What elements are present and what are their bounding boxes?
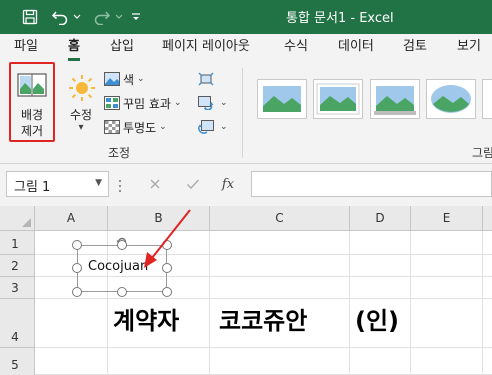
tab-formulas[interactable]: 수식	[284, 34, 308, 62]
remove-background-label-line1: 배경	[20, 108, 44, 122]
reset-picture-chevron-down-icon: ⌄	[220, 122, 228, 132]
corrections-icon	[68, 74, 96, 106]
color-label: 색	[123, 72, 135, 87]
change-picture-button[interactable]: ⌄	[198, 93, 228, 113]
ribbon: 배경 제거 수정 ▾ 색 ⌄ 꾸밈 효과 ⌄ 투명도 ⌄ ⌄ ⌄ 조정 그림	[0, 62, 492, 164]
column-header-c[interactable]: C	[210, 206, 350, 231]
reset-picture-icon	[198, 119, 214, 135]
customize-toolbar-icon[interactable]	[130, 7, 142, 27]
row-header-5[interactable]: 5	[0, 348, 35, 375]
column-header-b[interactable]: B	[108, 206, 210, 231]
name-box[interactable]: 그림 1 ▼	[6, 171, 109, 197]
column-header-f[interactable]	[483, 206, 492, 231]
remove-background-button[interactable]: 배경 제거	[9, 62, 55, 142]
color-button[interactable]: 색 ⌄	[104, 69, 145, 89]
column-header-a[interactable]: A	[35, 206, 108, 231]
resize-handle-top[interactable]	[117, 240, 127, 250]
transparency-label: 투명도	[123, 120, 157, 135]
tab-review[interactable]: 검토	[403, 34, 427, 62]
picture-style-thumb-1[interactable]	[257, 79, 307, 119]
tab-data[interactable]: 데이터	[338, 34, 374, 62]
artistic-effects-label: 꾸밈 효과	[123, 96, 171, 111]
column-header-d[interactable]: D	[350, 206, 411, 231]
resize-handle-right[interactable]	[162, 263, 172, 273]
resize-handle-bottom-right[interactable]	[162, 287, 172, 297]
row-header-2[interactable]: 2	[0, 255, 35, 277]
save-icon[interactable]	[20, 7, 40, 27]
compress-pictures-icon	[198, 71, 214, 87]
cell-d4-text: (인)	[355, 307, 400, 335]
change-picture-chevron-down-icon: ⌄	[220, 98, 228, 108]
row-header-3[interactable]: 3	[0, 277, 35, 299]
remove-background-icon	[17, 73, 47, 103]
tab-view[interactable]: 보기	[457, 34, 481, 62]
tab-insert[interactable]: 삽입	[110, 34, 134, 62]
picture-text: Cocojuan	[88, 259, 149, 274]
resize-handle-bottom-left[interactable]	[72, 287, 82, 297]
cell-b4-text: 계약자	[113, 307, 180, 335]
row-header-4[interactable]: 4	[0, 299, 35, 348]
corrections-chevron-down-icon: ▾	[78, 122, 84, 133]
tab-file[interactable]: 파일	[14, 34, 38, 62]
column-header-e[interactable]: E	[411, 206, 483, 231]
undo-icon[interactable]	[49, 7, 71, 27]
insert-function-fx-button[interactable]: fx	[215, 172, 241, 196]
redo-icon[interactable]	[91, 7, 113, 27]
transparency-chevron-down-icon: ⌄	[159, 122, 167, 132]
cancel-icon[interactable]	[142, 172, 168, 196]
picture-style-thumb-4[interactable]	[426, 79, 476, 119]
transparency-button[interactable]: 투명도 ⌄	[104, 117, 167, 137]
resize-handle-top-left[interactable]	[72, 240, 82, 250]
selected-picture[interactable]: Cocojuan	[77, 245, 167, 292]
color-icon	[104, 71, 120, 87]
compress-pictures-button[interactable]	[198, 69, 217, 89]
color-chevron-down-icon: ⌄	[137, 74, 145, 84]
picture-style-thumb-5[interactable]	[482, 79, 492, 119]
redo-dropdown-chevron-icon[interactable]	[114, 7, 124, 27]
resize-handle-top-right[interactable]	[162, 240, 172, 250]
change-picture-icon	[198, 95, 214, 111]
group-label-adjust: 조정	[108, 146, 131, 160]
transparency-icon	[104, 119, 120, 135]
name-box-value: 그림 1	[14, 180, 51, 195]
name-box-dropdown-icon[interactable]: ▼	[95, 178, 102, 188]
ribbon-group-separator	[242, 68, 243, 158]
enter-icon[interactable]	[180, 172, 206, 196]
picture-style-thumb-2[interactable]	[313, 79, 363, 119]
gridline	[35, 347, 492, 348]
formula-bar-area: 그림 1 ▼ fx	[0, 164, 492, 206]
select-all-corner[interactable]	[0, 206, 35, 231]
resize-handle-left[interactable]	[72, 263, 82, 273]
corrections-button[interactable]: 수정 ▾	[63, 72, 99, 134]
row-header-1[interactable]: 1	[0, 231, 35, 255]
window-title: 통합 문서1 - Excel	[286, 11, 394, 26]
artistic-effects-button[interactable]: 꾸밈 효과 ⌄	[104, 93, 182, 113]
tab-home[interactable]: 홈	[68, 34, 80, 62]
artistic-effects-icon	[104, 95, 120, 111]
formula-input[interactable]	[251, 171, 492, 197]
remove-background-label-line2: 제거	[20, 124, 44, 138]
resize-handle-bottom[interactable]	[117, 287, 127, 297]
formula-bar-resize-handle[interactable]	[118, 178, 122, 193]
ribbon-tab-bar: 파일 홈 삽입 페이지 레이아웃 수식 데이터 검토 보기	[0, 34, 492, 62]
reset-picture-button[interactable]: ⌄	[198, 117, 228, 137]
artistic-effects-chevron-down-icon: ⌄	[173, 98, 182, 108]
cell-c4-text: 코코쥬안	[219, 307, 308, 335]
corrections-label: 수정	[69, 108, 93, 122]
undo-dropdown-chevron-icon[interactable]	[72, 7, 82, 27]
tab-page-layout[interactable]: 페이지 레이아웃	[162, 34, 250, 62]
picture-style-thumb-3[interactable]	[370, 79, 420, 119]
title-bar: 통합 문서1 - Excel	[0, 0, 492, 34]
group-label-picture-styles: 그림	[472, 146, 492, 160]
